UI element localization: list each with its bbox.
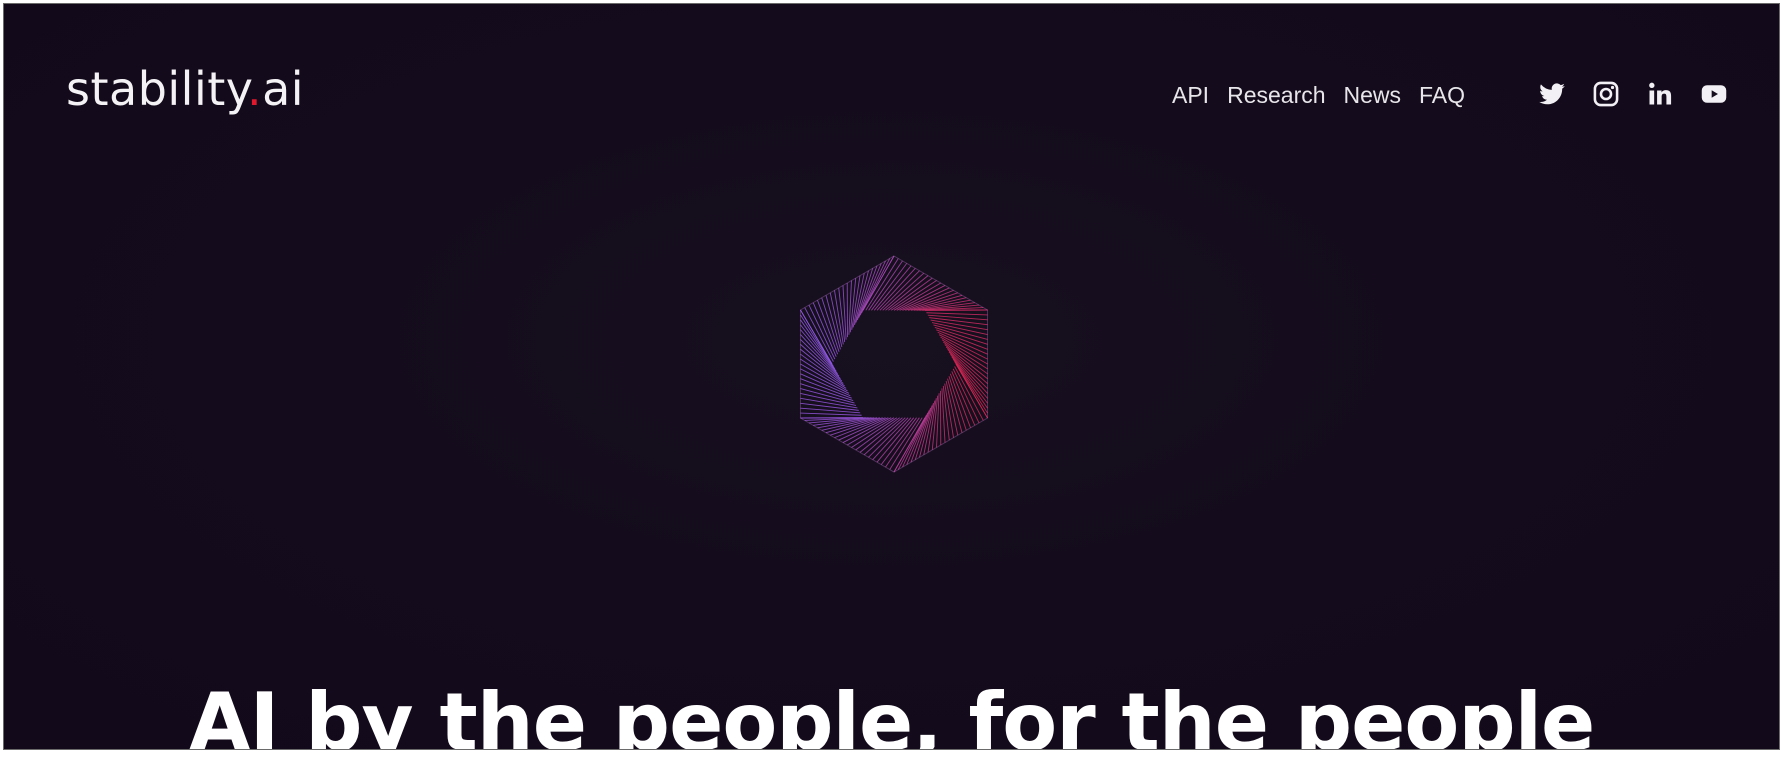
emblem-strand	[951, 356, 988, 404]
emblem-strand	[927, 314, 988, 321]
emblem-strand	[800, 383, 854, 402]
logo-dot: .	[246, 62, 263, 116]
nav-link-news[interactable]: News	[1344, 82, 1402, 109]
page-frame: stability.ai API Research News FAQ AI by…	[3, 3, 1780, 750]
twitter-icon[interactable]	[1538, 80, 1566, 108]
emblem-strand	[893, 417, 926, 473]
linkedin-icon[interactable]	[1646, 80, 1674, 108]
nav-link-api[interactable]: API	[1172, 82, 1209, 109]
logo-name: stability	[66, 62, 247, 116]
emblem-strand	[926, 312, 988, 316]
emblem-strand	[862, 255, 895, 311]
emblem-strand	[800, 324, 837, 372]
emblem-strand	[955, 363, 988, 419]
emblem-strand	[800, 407, 861, 414]
emblem-strand	[800, 309, 833, 365]
emblem-outline	[799, 255, 989, 473]
nav-link-research[interactable]: Research	[1227, 82, 1325, 109]
main-nav: API Research News FAQ	[1172, 82, 1483, 109]
social-links	[1538, 80, 1728, 108]
hero-headline: AI by the people, for the people	[188, 675, 1596, 750]
instagram-icon[interactable]	[1592, 80, 1620, 108]
logo-suffix: ai	[262, 62, 305, 116]
emblem-strand	[934, 326, 988, 345]
nav-link-faq[interactable]: FAQ	[1419, 82, 1465, 109]
emblem-strand	[800, 412, 862, 416]
hexagon-emblem	[784, 244, 1004, 484]
youtube-icon[interactable]	[1700, 80, 1728, 108]
site-logo[interactable]: stability.ai	[66, 66, 304, 112]
